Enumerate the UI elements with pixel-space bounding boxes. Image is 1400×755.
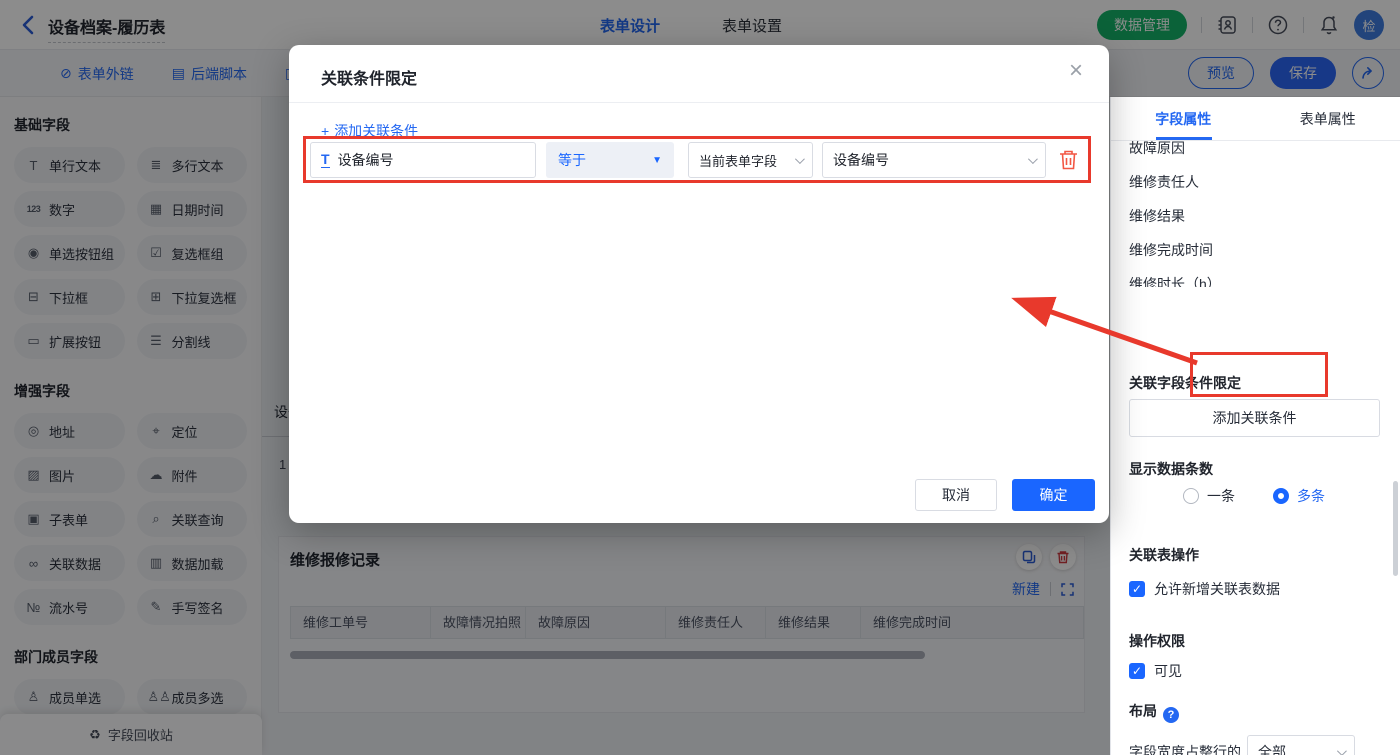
radio-circle-selected bbox=[1273, 488, 1289, 504]
layout-title: 布局? bbox=[1129, 701, 1179, 723]
radio-multiple[interactable]: 多条 bbox=[1273, 486, 1325, 506]
checkbox-checked-icon bbox=[1129, 581, 1145, 597]
display-count-radios: 一条 多条 bbox=[1183, 486, 1325, 506]
chevron-down-icon bbox=[1028, 154, 1038, 164]
permission-title: 操作权限 bbox=[1129, 631, 1185, 651]
tab-field-properties[interactable]: 字段属性 bbox=[1111, 97, 1256, 140]
add-condition-button[interactable]: 添加关联条件 bbox=[1129, 399, 1380, 437]
visible-checkbox-row[interactable]: 可见 bbox=[1129, 661, 1182, 681]
value-select[interactable]: 设备编号 bbox=[822, 142, 1046, 178]
panel-tabs: 字段属性 表单属性 bbox=[1111, 97, 1400, 141]
panel-scrollbar-thumb[interactable] bbox=[1393, 481, 1398, 576]
chevron-down-icon bbox=[1337, 746, 1347, 755]
cancel-button[interactable]: 取消 bbox=[915, 479, 997, 511]
panel-body: 故障原因 维修责任人 维修结果 维修完成时间 维修时长（h） 关联字段条件限定 … bbox=[1111, 141, 1400, 755]
field-width-select[interactable]: 全部 bbox=[1247, 735, 1355, 755]
table-ops-title: 关联表操作 bbox=[1129, 545, 1199, 565]
list-item[interactable]: 维修责任人 bbox=[1129, 165, 1382, 199]
radio-single[interactable]: 一条 bbox=[1183, 486, 1235, 506]
modal-header: 关联条件限定 × bbox=[289, 45, 1109, 103]
display-count-title: 显示数据条数 bbox=[1129, 459, 1213, 479]
field-width-label: 字段宽度占整行的 bbox=[1129, 742, 1241, 755]
confirm-button[interactable]: 确定 bbox=[1012, 479, 1095, 511]
layout-help-icon[interactable]: ? bbox=[1163, 707, 1179, 723]
allow-add-checkbox-row[interactable]: 允许新增关联表数据 bbox=[1129, 579, 1280, 599]
text-field-icon: T bbox=[321, 152, 330, 168]
condition-field-input[interactable]: T 设备编号 bbox=[310, 142, 536, 178]
caret-down-icon: ▼ bbox=[652, 155, 662, 166]
modal-title: 关联条件限定 bbox=[321, 65, 417, 89]
chevron-down-icon bbox=[795, 154, 805, 164]
condition-limit-modal: 关联条件限定 × + 添加关联条件 T 设备编号 等于 ▼ 当前表单字段 设备编… bbox=[289, 45, 1109, 523]
form-designer-app: 设备档案-履历表 表单设计 表单设置 数据管理 检 ⊘表单外链 ▤后端脚本 ◫数… bbox=[0, 0, 1400, 755]
operator-select[interactable]: 等于 ▼ bbox=[546, 142, 674, 178]
radio-circle bbox=[1183, 488, 1199, 504]
condition-field-value: 设备编号 bbox=[338, 150, 394, 170]
tab-form-properties[interactable]: 表单属性 bbox=[1256, 97, 1400, 140]
list-item[interactable]: 维修时长（h） bbox=[1129, 267, 1382, 287]
field-width-row: 字段宽度占整行的 全部 bbox=[1129, 735, 1355, 755]
delete-condition-icon[interactable] bbox=[1058, 149, 1079, 171]
assoc-condition-title: 关联字段条件限定 bbox=[1129, 373, 1241, 393]
source-select[interactable]: 当前表单字段 bbox=[688, 142, 813, 178]
close-icon[interactable]: × bbox=[1069, 59, 1083, 83]
list-item[interactable]: 维修结果 bbox=[1129, 199, 1382, 233]
linked-field-list: 故障原因 维修责任人 维修结果 维修完成时间 维修时长（h） bbox=[1129, 141, 1382, 287]
properties-panel: 字段属性 表单属性 故障原因 维修责任人 维修结果 维修完成时间 维修时长（h）… bbox=[1110, 97, 1400, 755]
active-tab-underline bbox=[1156, 137, 1212, 140]
list-item[interactable]: 故障原因 bbox=[1129, 141, 1382, 165]
add-condition-link[interactable]: + 添加关联条件 bbox=[321, 121, 418, 141]
checkbox-checked-icon bbox=[1129, 663, 1145, 679]
list-item[interactable]: 维修完成时间 bbox=[1129, 233, 1382, 267]
plus-icon: + bbox=[321, 123, 329, 139]
